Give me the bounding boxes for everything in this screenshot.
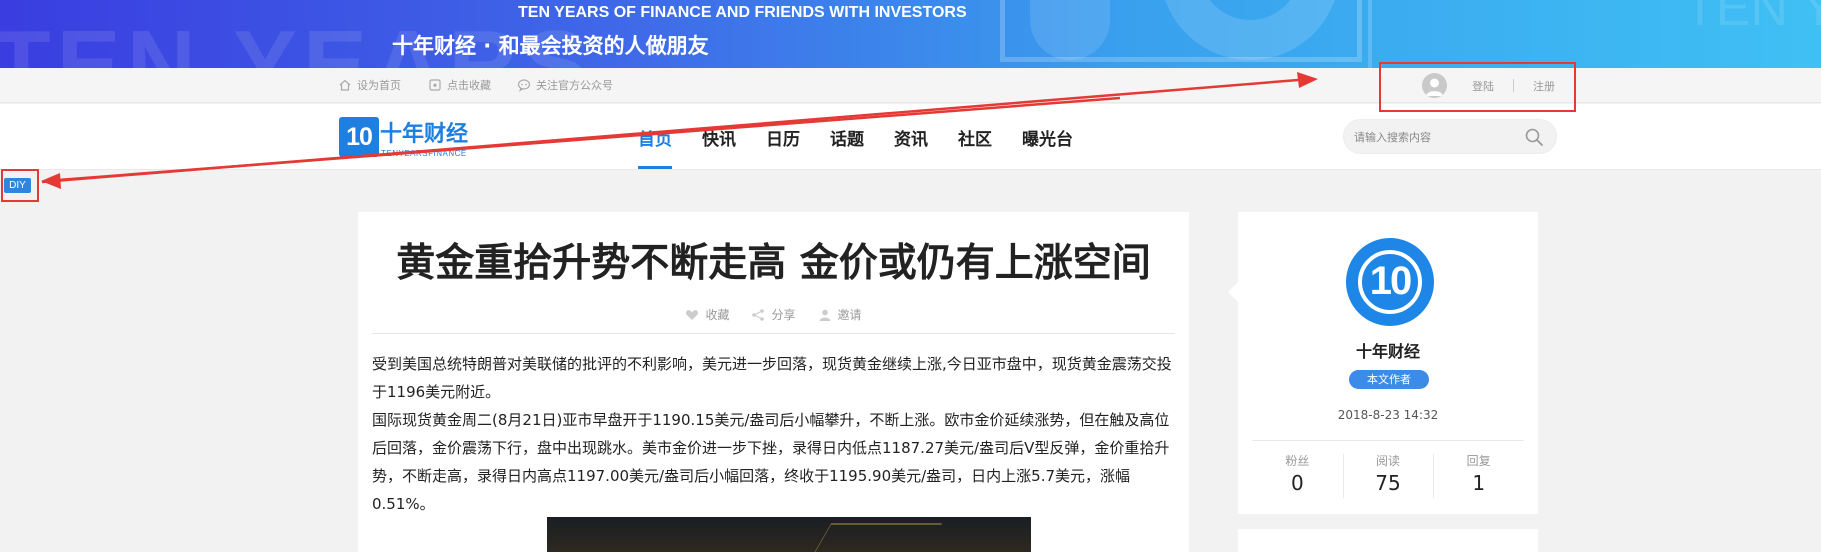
article-image — [547, 517, 1031, 552]
author-avatar[interactable]: 10 — [1346, 238, 1434, 326]
home-icon — [339, 79, 351, 91]
article-card: 黄金重拾升势不断走高 金价或仍有上涨空间 收藏 分享 邀请 受到美国总统特朗普对… — [358, 212, 1189, 552]
follow-wechat-link[interactable]: 关注官方公众号 — [517, 77, 613, 93]
bookmark-icon — [429, 79, 441, 91]
stat-reads: 阅读 75 — [1342, 452, 1434, 498]
stat-label: 粉丝 — [1285, 454, 1310, 468]
nav-item-news[interactable]: 资讯 — [894, 125, 928, 169]
search-input[interactable] — [1354, 128, 1514, 146]
logo-name: 十年财经 — [380, 122, 469, 147]
banner-slogan-en: TEN YEARS OF FINANCE AND FRIENDS WITH IN… — [518, 4, 967, 21]
nav-item-home[interactable]: 首页 — [638, 125, 672, 169]
set-home-label: 设为首页 — [357, 79, 401, 92]
top-banner: TEN YEARS TEN Y TEN YEARS OF FINANCE AND… — [0, 0, 1821, 68]
search-box — [1343, 119, 1557, 154]
site-logo[interactable]: 10 十年财经 TENYEARSFINANCE — [339, 115, 475, 160]
follow-wechat-label: 关注官方公众号 — [536, 79, 613, 92]
nav-item-flash-news[interactable]: 快讯 — [702, 125, 736, 169]
bookmark-link[interactable]: 点击收藏 — [428, 77, 491, 93]
article-body: 受到美国总统特朗普对美联储的批评的不利影响，美元进一步回落，现货黄金继续上涨,今… — [372, 350, 1177, 518]
nav-item-community[interactable]: 社区 — [958, 125, 992, 169]
stat-label: 回复 — [1466, 454, 1491, 468]
author-stats: 粉丝 0 阅读 75 回复 1 — [1252, 452, 1524, 498]
author-avatar-text: 10 — [1369, 259, 1413, 303]
stat-label: 阅读 — [1376, 454, 1401, 468]
divider — [372, 333, 1175, 334]
set-home-link[interactable]: 设为首页 — [338, 77, 401, 93]
banner-decoration — [1000, 0, 1362, 62]
user-icon — [819, 309, 830, 321]
annotation-box-diy — [1, 169, 39, 202]
article-title: 黄金重拾升势不断走高 金价或仍有上涨空间 — [396, 241, 1151, 286]
logo-subtitle: TENYEARSFINANCE — [381, 149, 467, 158]
stat-value: 75 — [1375, 471, 1401, 495]
author-card: 10 十年财经 本文作者 2018-8-23 14:32 粉丝 0 阅读 75 … — [1228, 212, 1538, 514]
sidebar-card — [1238, 529, 1538, 552]
stat-value: 1 — [1472, 471, 1486, 495]
author-name[interactable]: 十年财经 — [1238, 338, 1538, 362]
nav-item-calendar[interactable]: 日历 — [766, 125, 800, 169]
share-action[interactable]: 分享 — [751, 306, 796, 323]
stat-value: 0 — [1290, 471, 1304, 495]
wechat-icon — [517, 79, 531, 92]
article-paragraph: 国际现货黄金周二(8月21日)亚市早盘开于1190.15美元/盎司后小幅攀升，不… — [372, 411, 1170, 513]
invite-action[interactable]: 邀请 — [818, 306, 862, 323]
banner-decoration — [1368, 0, 1372, 68]
nav-item-topics[interactable]: 话题 — [830, 125, 864, 169]
main-navbar: 10 十年财经 TENYEARSFINANCE 首页 快讯 日历 话题 资讯 社… — [0, 104, 1821, 170]
heart-icon — [686, 309, 699, 320]
annotation-box-login — [1379, 62, 1576, 112]
stat-fans: 粉丝 0 — [1252, 452, 1343, 495]
favorite-label: 收藏 — [705, 308, 730, 322]
search-icon[interactable] — [1524, 127, 1544, 147]
publish-date: 2018-8-23 14:32 — [1337, 408, 1439, 422]
nav-item-exposure[interactable]: 曝光台 — [1022, 125, 1073, 169]
invite-label: 邀请 — [837, 308, 862, 322]
favorite-action[interactable]: 收藏 — [685, 306, 729, 323]
share-icon — [752, 308, 765, 321]
article-paragraph: 受到美国总统特朗普对美联储的批评的不利影响，美元进一步回落，现货黄金继续上涨,今… — [372, 355, 1172, 401]
stat-replies: 回复 1 — [1433, 452, 1524, 498]
logo-mark: 10 — [339, 117, 379, 157]
banner-slogan-cn: 十年财经 · 和最会投资的人做朋友 — [392, 34, 709, 58]
nav-links: 首页 快讯 日历 话题 资讯 社区 曝光台 — [638, 125, 1103, 169]
share-label: 分享 — [771, 308, 796, 322]
banner-ghost-text-right: TEN Y — [1684, 0, 1821, 37]
article-actions: 收藏 分享 邀请 — [358, 306, 1189, 323]
bookmark-label: 点击收藏 — [447, 79, 491, 92]
divider — [1252, 440, 1524, 441]
author-badge: 本文作者 — [1349, 370, 1429, 389]
